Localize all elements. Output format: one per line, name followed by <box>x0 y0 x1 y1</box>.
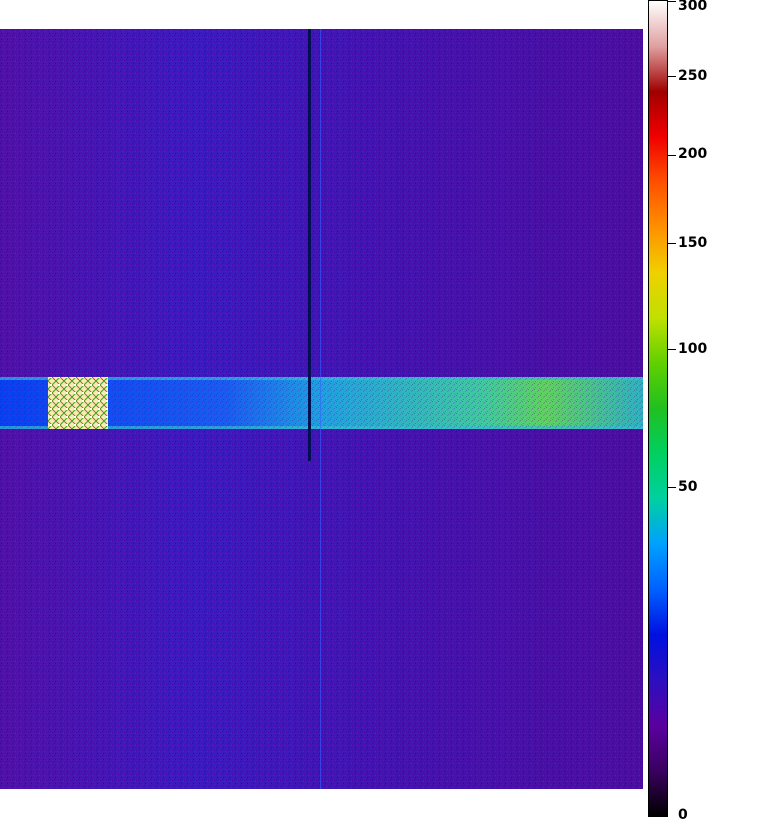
colorbar-label-200: 200 <box>678 146 708 162</box>
colorbar-tick-100 <box>668 349 676 350</box>
colorbar-label-150: 150 <box>678 235 708 251</box>
hot-region <box>48 377 108 429</box>
colorbar-label-100: 100 <box>678 341 708 357</box>
colorbar-gradient <box>649 1 667 816</box>
colorbar-label-250: 250 <box>678 68 708 84</box>
colorbar-tick-200 <box>668 155 676 156</box>
colorbar-tick-50 <box>668 487 676 488</box>
colorbar-tick-150 <box>668 243 676 244</box>
detector-image <box>0 29 643 789</box>
colorbar-tick-250 <box>668 76 676 77</box>
colorbar <box>648 0 668 817</box>
bright-column <box>320 29 321 789</box>
dark-column <box>308 29 311 461</box>
colorbar-label-0: 0 <box>678 807 688 823</box>
colorbar-label-50: 50 <box>678 479 698 495</box>
colorbar-label-300: 300 <box>678 0 708 14</box>
colorbar-tick-300 <box>668 1 676 2</box>
detector-image-canvas <box>0 29 643 789</box>
